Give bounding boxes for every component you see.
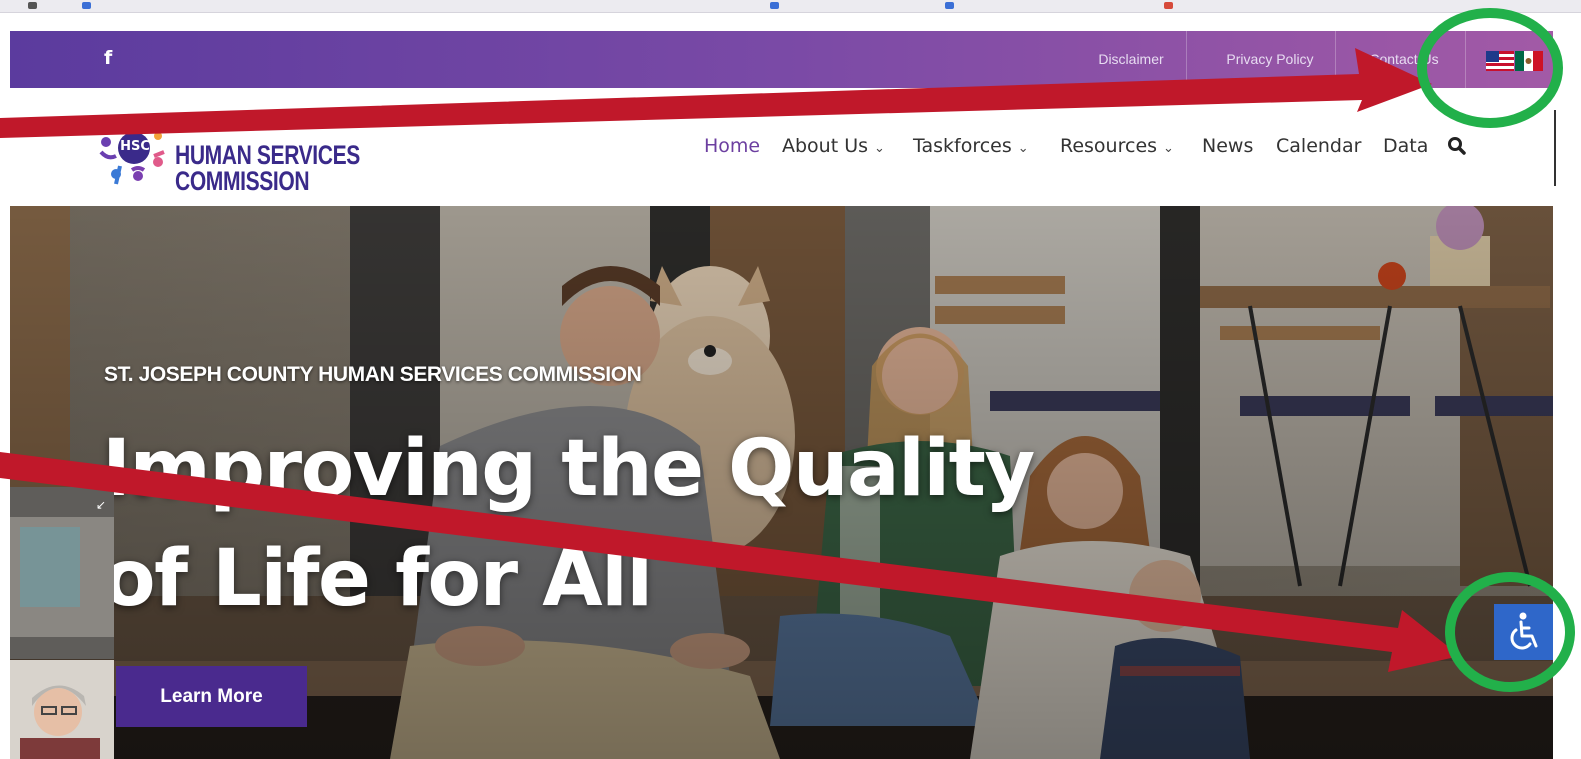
divider [1335, 31, 1336, 88]
hero-headline-line-2: of Life for All [102, 534, 653, 624]
video-feed: ↙ [10, 487, 114, 659]
facebook-icon[interactable]: f [104, 45, 112, 71]
nav-about-us-label: About Us [782, 135, 869, 157]
disclaimer-link[interactable]: Disclaimer [1068, 31, 1194, 88]
bookmark-icon[interactable] [770, 2, 779, 9]
logo-line-1: HUMAN SERVICES [175, 140, 360, 170]
nav-home[interactable]: Home [704, 132, 760, 160]
site-header: HSC HUMAN SERVICES COMMISSION Home About… [10, 88, 1553, 206]
privacy-policy-link[interactable]: Privacy Policy [1195, 31, 1345, 88]
video-call-thumbnail[interactable]: ↙ [10, 487, 114, 659]
hsc-logo[interactable]: HSC HUMAN SERVICES COMMISSION [98, 104, 398, 196]
divider [1554, 110, 1556, 186]
learn-more-button[interactable]: Learn More [116, 666, 307, 727]
bookmark-icon[interactable] [28, 2, 37, 9]
logo-badge: HSC [120, 139, 150, 154]
search-icon[interactable] [1447, 136, 1467, 156]
wheelchair-accessibility-icon [1510, 612, 1538, 650]
nav-resources-label: Resources [1060, 135, 1158, 157]
contact-us-link[interactable]: Contact Us [1344, 31, 1464, 88]
nav-resources[interactable]: Resources ⌄ [1060, 132, 1174, 160]
bookmark-icon[interactable] [945, 2, 954, 9]
divider [1465, 31, 1466, 88]
chevron-down-icon: ⌄ [1163, 141, 1174, 156]
hero-eyebrow: ST. JOSEPH COUNTY HUMAN SERVICES COMMISS… [104, 363, 642, 386]
browser-bookmarks-strip [0, 0, 1581, 13]
accessibility-button[interactable] [1494, 604, 1553, 660]
nav-news[interactable]: News [1202, 132, 1253, 160]
nav-data[interactable]: Data [1383, 132, 1428, 160]
video-feed [10, 660, 114, 759]
nav-taskforces-label: Taskforces [913, 135, 1012, 157]
chevron-down-icon: ⌄ [874, 141, 885, 156]
nav-taskforces[interactable]: Taskforces ⌄ [913, 132, 1029, 160]
bookmark-icon[interactable] [1164, 2, 1173, 9]
bookmark-icon[interactable] [82, 2, 91, 9]
nav-calendar[interactable]: Calendar [1276, 132, 1361, 160]
top-bar: f Disclaimer Privacy Policy Contact Us [10, 31, 1553, 88]
logo-line-2: COMMISSION [175, 166, 310, 196]
chevron-down-icon: ⌄ [1017, 141, 1029, 156]
video-call-thumbnail[interactable] [10, 660, 114, 759]
nav-about-us[interactable]: About Us ⌄ [782, 132, 885, 160]
logo-wordmark: HUMAN SERVICES COMMISSION [175, 140, 360, 196]
divider [1186, 31, 1187, 88]
svg-text:↙: ↙ [96, 498, 106, 512]
hero-headline-line-1: Improving the Quality [102, 424, 1035, 514]
us-mexico-flag-icon[interactable] [1486, 51, 1543, 71]
hero-section: ST. JOSEPH COUNTY HUMAN SERVICES COMMISS… [10, 206, 1553, 759]
